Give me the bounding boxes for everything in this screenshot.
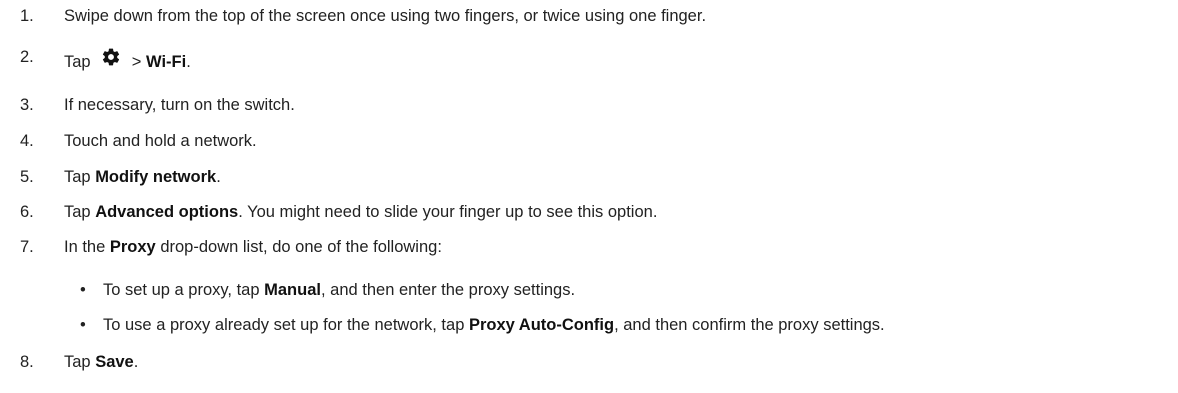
step-number: 7. <box>20 238 34 256</box>
step-text-part: > <box>131 52 147 71</box>
sub-item-text-part: , and then enter the proxy settings. <box>320 281 576 299</box>
step-number: 6. <box>20 203 34 221</box>
step-text-part: Touch and hold a network. <box>64 132 257 150</box>
step-text-part: Tap <box>64 203 96 221</box>
step-text-part: In the <box>64 238 110 256</box>
step-text-bold: Modify network <box>95 168 217 186</box>
step-number: 1. <box>20 7 34 25</box>
step-text-part: drop-down list, do one of the following: <box>155 238 442 256</box>
step-number: 2. <box>20 48 34 66</box>
step-text-part: . <box>216 168 221 186</box>
instructions-document: 1. Swipe down from the top of the screen… <box>0 0 1178 393</box>
step-text: Tap Advanced options. You might need to … <box>64 200 657 224</box>
step-number: 5. <box>20 168 34 186</box>
step-text-part: Tap <box>64 52 96 71</box>
step-text: Swipe down from the top of the screen on… <box>64 4 706 28</box>
step-text: Touch and hold a network. <box>64 129 257 153</box>
sub-item-text-bold: Manual <box>264 281 321 299</box>
step-number: 4. <box>20 132 34 150</box>
sub-item-text-part: To use a proxy already set up for the ne… <box>103 316 469 334</box>
sub-item-text: To set up a proxy, tap Manual, and then … <box>103 278 575 302</box>
step-text-bold: Proxy <box>109 238 156 256</box>
step-text: If necessary, turn on the switch. <box>64 93 295 117</box>
step-text-bold: Advanced options <box>95 203 239 221</box>
sub-item-text-part: , and then confirm the proxy settings. <box>614 316 885 334</box>
step-text-part: . You might need to slide your finger up… <box>238 203 658 221</box>
step-number: 3. <box>20 96 34 114</box>
step-text-part: If necessary, turn on the switch. <box>64 96 295 114</box>
bullet: • <box>80 316 86 334</box>
step-text-part: Tap <box>64 168 96 186</box>
step-text-bold: Save <box>95 353 134 371</box>
sub-item-text: To use a proxy already set up for the ne… <box>103 313 885 337</box>
step-number: 8. <box>20 353 34 371</box>
step-text-bold: Wi-Fi <box>146 52 187 71</box>
step-text-part: . <box>133 353 139 371</box>
bullet: • <box>80 281 86 299</box>
sub-item-text-part: To set up a proxy, tap <box>103 281 265 299</box>
step-text-part: Tap <box>64 353 96 371</box>
step-text: In the Proxy drop-down list, do one of t… <box>64 235 442 259</box>
step-text-part: . <box>186 52 191 71</box>
sub-item-text-bold: Proxy Auto-Config <box>468 316 615 334</box>
step-text: Tap Modify network. <box>64 165 221 189</box>
step-text-part: Swipe down from the top of the screen on… <box>64 7 707 25</box>
step-text: Tap > Wi-Fi. <box>64 47 191 76</box>
step-text: Tap Save. <box>64 350 138 374</box>
gear-icon <box>101 47 121 74</box>
